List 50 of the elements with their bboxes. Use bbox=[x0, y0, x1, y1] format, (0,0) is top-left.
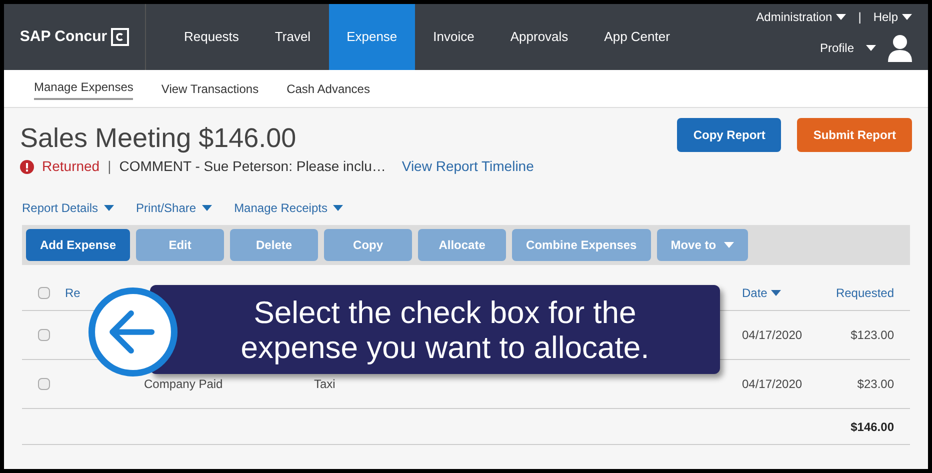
toolbar-button[interactable]: Add Expense bbox=[26, 229, 130, 261]
table-cell-text: 04/17/2020 bbox=[742, 376, 804, 393]
separator: | bbox=[108, 157, 112, 176]
callout-text: Select the check box for the expense you want to allocate. bbox=[240, 294, 650, 364]
caret-icon bbox=[866, 45, 876, 51]
table-cell-text: Taxi bbox=[314, 376, 336, 393]
user-icon[interactable] bbox=[888, 34, 912, 62]
report-title: Sales Meeting $146.00 bbox=[20, 122, 298, 154]
caret-icon bbox=[902, 14, 912, 20]
nav-tab[interactable]: Approvals bbox=[492, 4, 586, 70]
submit-report-button[interactable]: Submit Report bbox=[797, 118, 912, 152]
table-cell-text: 04/17/2020 bbox=[742, 327, 804, 344]
report-menu[interactable]: Print/Share bbox=[136, 199, 212, 217]
report-menu[interactable]: Manage Receipts bbox=[234, 199, 344, 217]
nav-tab[interactable]: App Center bbox=[586, 4, 688, 70]
row-checkbox[interactable] bbox=[38, 378, 50, 390]
subnav-link[interactable]: View Transactions bbox=[161, 80, 259, 98]
caret-icon bbox=[836, 14, 846, 20]
nav-tab[interactable]: Requests bbox=[166, 4, 257, 70]
separator: | bbox=[858, 9, 862, 26]
help-menu[interactable]: Help bbox=[873, 8, 912, 26]
nav-tab[interactable]: Travel bbox=[256, 4, 329, 70]
timeline-link[interactable]: View Report Timeline bbox=[402, 156, 534, 177]
table-cell-text: $123.00 bbox=[850, 327, 894, 344]
subnav-link[interactable]: Manage Expenses bbox=[34, 78, 134, 100]
caret-icon bbox=[724, 242, 734, 248]
column-header[interactable]: Re bbox=[65, 284, 80, 302]
logo-icon bbox=[111, 28, 130, 46]
caret-icon bbox=[771, 290, 782, 296]
logo-text: SAP Concur bbox=[20, 26, 108, 47]
caret-icon bbox=[202, 205, 212, 211]
nav-tab[interactable]: Invoice bbox=[415, 4, 492, 70]
column-header[interactable]: Requested bbox=[824, 284, 894, 302]
checkbox[interactable] bbox=[38, 286, 50, 298]
admin-menu[interactable]: Administration bbox=[756, 8, 846, 26]
table-cell-text: Company Paid bbox=[144, 376, 224, 393]
table-cell-text: $23.00 bbox=[856, 376, 894, 393]
total-amount: $146.00 bbox=[850, 418, 894, 436]
status-text: Returned bbox=[42, 157, 100, 176]
nav-tab[interactable]: Expense bbox=[328, 4, 416, 70]
caret-icon bbox=[104, 205, 114, 211]
copy-report-button[interactable]: Copy Report bbox=[677, 118, 782, 152]
profile-menu[interactable]: Profile bbox=[820, 39, 876, 57]
comment-text: COMMENT - Sue Peterson: Please inclu… bbox=[119, 157, 386, 176]
column-header[interactable]: Date bbox=[742, 284, 824, 302]
subnav-link[interactable]: Cash Advances bbox=[286, 80, 370, 98]
row-checkbox[interactable] bbox=[38, 329, 50, 341]
report-menu[interactable]: Report Details bbox=[22, 199, 114, 217]
caret-icon bbox=[333, 205, 344, 211]
error-icon bbox=[20, 160, 34, 174]
